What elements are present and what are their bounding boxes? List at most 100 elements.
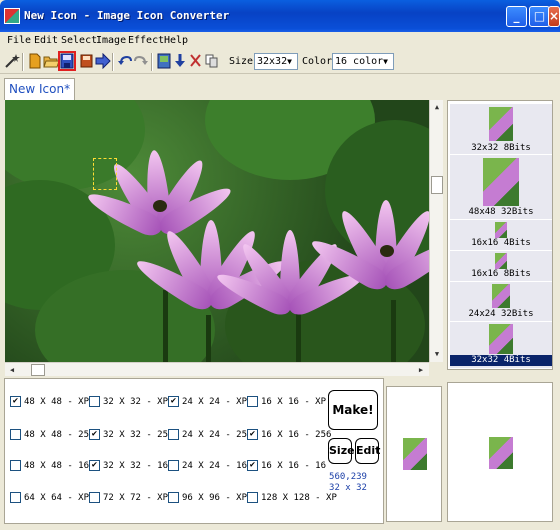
checkbox-32x32-256[interactable]: ✔ <box>89 429 100 440</box>
wand-icon[interactable] <box>4 53 20 69</box>
icon-format-list: 32x32 8Bits 48x48 32Bits 16x16 4Bits 16x… <box>447 100 553 370</box>
undo-icon[interactable] <box>117 53 133 69</box>
checkbox-24x24-xp[interactable]: ✔ <box>168 396 179 407</box>
preview-actual-size <box>386 386 442 522</box>
redo-icon[interactable] <box>133 53 149 69</box>
minimize-button[interactable]: _ <box>506 6 527 27</box>
format-label: 48 X 48 - 16 <box>24 461 90 471</box>
checkbox-48x48-256[interactable] <box>10 429 21 440</box>
edit-button[interactable]: Edit <box>355 438 380 464</box>
lotus-flower <box>306 190 429 300</box>
thumb-item[interactable]: 48x48 32Bits <box>450 155 552 219</box>
format-label: 128 X 128 - XP <box>261 493 337 503</box>
app-icon <box>4 8 20 24</box>
toolbar-separator <box>22 53 24 71</box>
cursor-position: 560,239 <box>329 472 367 482</box>
menu-effect[interactable]: Effect <box>128 35 164 46</box>
checkbox-16x16-256[interactable]: ✔ <box>247 429 258 440</box>
image-icon[interactable] <box>156 53 172 69</box>
import-icon[interactable] <box>172 53 188 69</box>
format-label: 32 X 32 - XP <box>103 397 169 407</box>
thumb-image <box>483 158 519 206</box>
toolbar: Size: 32x32 ▼ Color: 16 color ▼ <box>0 50 560 74</box>
checkbox-32x32-16[interactable]: ✔ <box>89 460 100 471</box>
format-label: 64 X 64 - XP <box>24 493 90 503</box>
menu-bar: File Edit Select Image Effect Help <box>0 32 560 49</box>
thumb-item[interactable]: 16x16 4Bits <box>450 220 552 250</box>
checkbox-48x48-16[interactable] <box>10 460 21 471</box>
checkbox-128x128-xp[interactable] <box>247 492 258 503</box>
format-label: 72 X 72 - XP <box>103 493 169 503</box>
menu-help[interactable]: Help <box>164 35 188 46</box>
checkbox-16x16-xp[interactable] <box>247 396 258 407</box>
window-title: New Icon - Image Icon Converter <box>24 9 230 22</box>
menu-file[interactable]: File <box>7 35 31 46</box>
vertical-scrollbar[interactable]: ▲ ▼ <box>429 100 443 362</box>
thumb-image <box>492 284 510 308</box>
tab-new-icon[interactable]: New Icon* <box>4 78 76 100</box>
format-label: 16 X 16 - 16 <box>261 461 327 471</box>
format-label: 24 X 24 - 256 <box>182 430 253 440</box>
export-arrow-icon[interactable] <box>95 52 111 70</box>
format-label: 96 X 96 - XP <box>182 493 248 503</box>
checkbox-64x64-xp[interactable] <box>10 492 21 503</box>
thumb-item[interactable]: 32x32 8Bits <box>450 104 552 154</box>
vertical-scroll-thumb[interactable] <box>431 176 443 194</box>
make-button[interactable]: Make! <box>328 390 378 430</box>
thumb-image <box>495 253 507 269</box>
checkbox-24x24-16[interactable] <box>168 460 179 471</box>
thumb-label: 24x24 32Bits <box>468 309 534 319</box>
scroll-up-icon[interactable]: ▲ <box>431 101 443 113</box>
scroll-left-icon[interactable]: ◀ <box>6 364 18 376</box>
horizontal-scroll-thumb[interactable] <box>31 364 45 376</box>
checkbox-96x96-xp[interactable] <box>168 492 179 503</box>
thumb-item[interactable]: 16x16 8Bits <box>450 251 552 281</box>
stem <box>391 300 396 362</box>
open-folder-icon[interactable] <box>43 53 60 69</box>
save-as-icon[interactable] <box>79 53 95 69</box>
menu-image[interactable]: Image <box>96 35 126 46</box>
size-button[interactable]: Size <box>328 438 355 464</box>
size-select[interactable]: 32x32 ▼ <box>254 53 298 70</box>
scroll-down-icon[interactable]: ▼ <box>431 348 443 360</box>
copy-icon[interactable] <box>204 53 220 69</box>
checkbox-32x32-xp[interactable] <box>89 396 100 407</box>
checkbox-72x72-xp[interactable] <box>89 492 100 503</box>
checkbox-24x24-256[interactable] <box>168 429 179 440</box>
maximize-button[interactable]: □ <box>529 6 550 27</box>
color-select[interactable]: 16 color ▼ <box>332 53 394 70</box>
format-label: 16 X 16 - XP <box>261 397 327 407</box>
chevron-down-icon: ▼ <box>383 57 388 66</box>
thumb-label: 16x16 4Bits <box>471 238 531 248</box>
document-tabs: New Icon* <box>0 76 560 100</box>
checkbox-16x16-16[interactable]: ✔ <box>247 460 258 471</box>
format-label: 48 X 48 - 256 <box>24 430 95 440</box>
lotus-flower <box>213 220 367 320</box>
new-file-icon[interactable] <box>27 53 43 69</box>
checkbox-48x48-xp[interactable]: ✔ <box>10 396 21 407</box>
close-button[interactable]: × <box>548 6 560 27</box>
thumb-label: 32x32 4Bits <box>450 355 552 366</box>
scroll-right-icon[interactable]: ▶ <box>415 364 427 376</box>
thumb-label: 16x16 8Bits <box>471 269 531 279</box>
chevron-down-icon: ▼ <box>287 57 292 66</box>
selection-marquee[interactable] <box>93 158 117 190</box>
save-icon[interactable] <box>58 51 76 71</box>
menu-select[interactable]: Select <box>61 35 97 46</box>
cut-icon[interactable] <box>188 53 204 69</box>
color-select-value: 16 color <box>335 56 384 67</box>
thumb-label: 48x48 32Bits <box>468 207 534 217</box>
title-bar: New Icon - Image Icon Converter _ □ × <box>0 0 560 32</box>
menu-edit[interactable]: Edit <box>34 35 58 46</box>
thumb-label: 32x32 8Bits <box>471 143 531 153</box>
thumb-item[interactable]: 24x24 32Bits <box>450 282 552 321</box>
horizontal-scrollbar[interactable]: ◀ ▶ <box>5 362 429 376</box>
image-canvas[interactable] <box>5 100 429 362</box>
stem <box>206 315 211 362</box>
thumb-image <box>489 324 513 354</box>
selection-size: 32 x 32 <box>329 483 367 493</box>
thumb-item-selected[interactable]: 32x32 4Bits <box>450 322 552 368</box>
format-label: 32 X 32 - 16 <box>103 461 169 471</box>
preview-zoomed <box>447 382 553 522</box>
toolbar-separator <box>112 53 114 71</box>
